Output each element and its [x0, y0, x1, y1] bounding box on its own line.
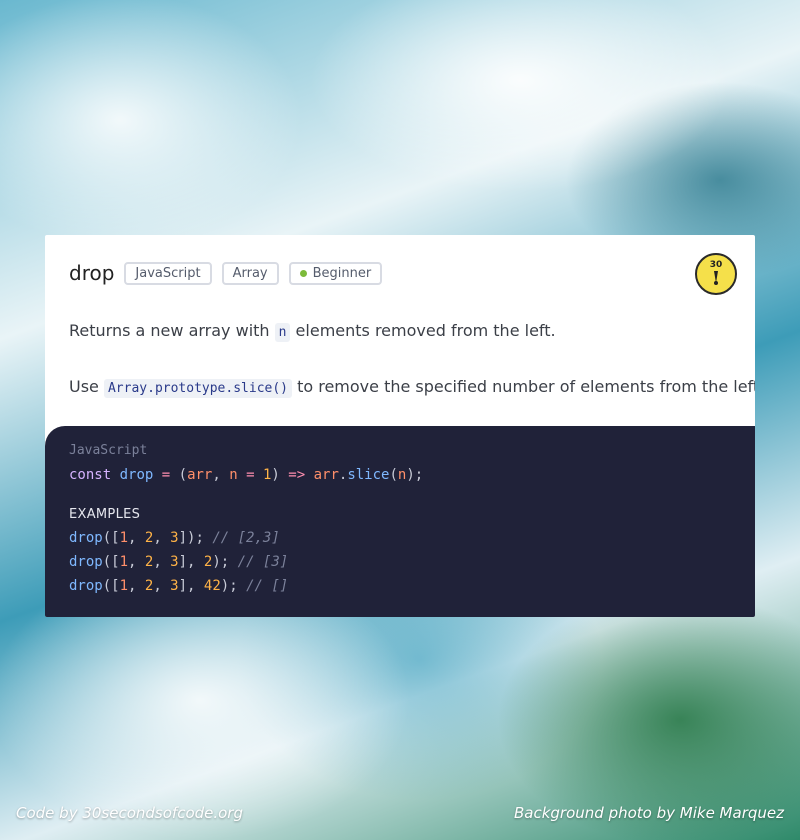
- snippet-card: drop JavaScript Array Beginner 30 Return…: [45, 235, 755, 617]
- code-definition-line: const drop = (arr, n = 1) => arr.slice(n…: [69, 465, 423, 485]
- code-token: slice: [347, 467, 390, 483]
- snippet-description: Returns a new array with n elements remo…: [69, 321, 556, 342]
- code-token: ): [271, 467, 280, 483]
- code-token: ,: [212, 467, 221, 483]
- footer-code-credit[interactable]: Code by 30secondsofcode.org: [16, 804, 243, 822]
- code-token: arr: [313, 467, 339, 483]
- tag-category-label: Array: [232, 265, 268, 281]
- code-language-label: JavaScript: [69, 443, 148, 458]
- code-comment: // []: [246, 578, 289, 594]
- code-token: 42: [203, 578, 221, 594]
- description-text-end: elements removed from the left.: [290, 321, 556, 340]
- tag-language-label: JavaScript: [135, 265, 201, 281]
- code-token: n: [229, 467, 238, 483]
- example-line-1: drop([1, 2, 3]); // [2,3]: [69, 530, 280, 546]
- 30-seconds-logo-icon[interactable]: 30: [695, 253, 737, 295]
- example-line-2: drop([1, 2, 3], 2); // [3]: [69, 554, 289, 570]
- code-token: arr: [187, 467, 213, 483]
- code-token: 3: [170, 554, 179, 570]
- logo-number: 30: [709, 260, 723, 270]
- code-token: 3: [170, 530, 179, 546]
- snippet-usage: Use Array.prototype.slice() to remove th…: [69, 377, 755, 398]
- code-comment: // [3]: [237, 554, 289, 570]
- code-comment: // [2,3]: [212, 530, 280, 546]
- code-block[interactable]: JavaScript const drop = (arr, n = 1) => …: [45, 426, 755, 617]
- tag-difficulty-label: Beginner: [312, 265, 372, 281]
- stopwatch-hand-icon: [714, 271, 718, 285]
- tag-difficulty[interactable]: Beginner: [288, 261, 383, 285]
- code-token: =: [161, 467, 171, 483]
- description-text-start: Returns a new array with: [69, 321, 275, 340]
- example-line-3: drop([1, 2, 3], 42); // []: [69, 578, 289, 594]
- code-token: drop: [69, 578, 103, 594]
- code-token: 1: [119, 530, 129, 546]
- code-token: const: [69, 467, 112, 483]
- examples-label: EXAMPLES: [69, 507, 141, 522]
- code-token: drop: [69, 554, 103, 570]
- tag-language[interactable]: JavaScript: [124, 261, 212, 285]
- code-token: drop: [119, 467, 154, 483]
- code-token: 1: [119, 578, 129, 594]
- description-inline-code: n: [274, 323, 291, 342]
- card-header: drop JavaScript Array Beginner: [69, 261, 383, 285]
- snippet-title: drop: [69, 261, 115, 285]
- code-token: (: [178, 467, 188, 483]
- code-token: =: [246, 467, 255, 483]
- footer-photo-credit[interactable]: Background photo by Mike Marquez: [514, 804, 784, 822]
- code-token: 3: [170, 578, 179, 594]
- difficulty-dot-icon: [299, 269, 307, 277]
- code-token: 1: [119, 554, 129, 570]
- code-token: drop: [69, 530, 103, 546]
- code-token: );: [406, 467, 424, 483]
- usage-inline-code: Array.prototype.slice(): [103, 379, 292, 398]
- usage-text-end: to remove the specified number of elemen…: [292, 377, 755, 396]
- tag-category[interactable]: Array: [221, 261, 279, 285]
- usage-text-start: Use: [69, 377, 104, 396]
- code-token: (: [389, 467, 398, 483]
- code-token: =>: [288, 467, 306, 483]
